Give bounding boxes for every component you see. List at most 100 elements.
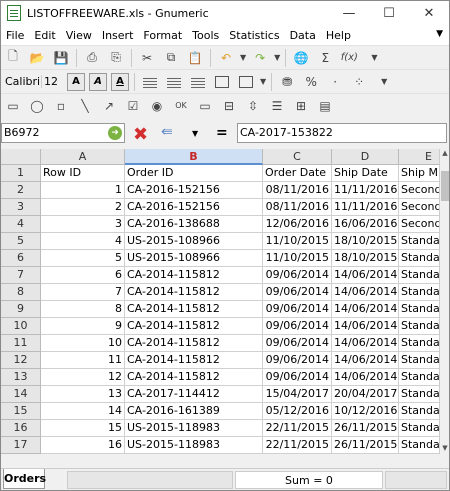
table-cell[interactable]: 4: [41, 233, 125, 250]
menu-file[interactable]: File: [1, 29, 29, 42]
table-cell[interactable]: CA-2014-115812: [125, 267, 263, 284]
combo-widget-icon[interactable]: ⊞: [291, 96, 311, 116]
table-cell[interactable]: CA-2014-115812: [125, 318, 263, 335]
menu-insert[interactable]: Insert: [97, 29, 139, 42]
table-cell[interactable]: 14/06/2014: [332, 301, 399, 318]
row-header[interactable]: 8: [1, 284, 41, 301]
table-cell[interactable]: Standa: [399, 301, 439, 318]
bold-button[interactable]: A: [67, 72, 85, 91]
table-cell[interactable]: Standa: [399, 420, 439, 437]
row-header[interactable]: 15: [1, 403, 41, 420]
label-icon[interactable]: ▫: [51, 96, 71, 116]
table-cell[interactable]: CA-2014-115812: [125, 369, 263, 386]
table-cell[interactable]: 14/06/2014: [332, 318, 399, 335]
currency-format-icon[interactable]: ⛃: [277, 72, 297, 92]
table-cell[interactable]: 11/10/2015: [263, 250, 332, 267]
horizontal-scroll-area[interactable]: [1, 454, 449, 468]
italic-button[interactable]: A: [89, 72, 107, 91]
table-cell[interactable]: Standa: [399, 318, 439, 335]
table-cell[interactable]: 14/06/2014: [332, 267, 399, 284]
table-cell[interactable]: 8: [41, 301, 125, 318]
menu-data[interactable]: Data: [285, 29, 321, 42]
table-cell[interactable]: 22/11/2015: [263, 437, 332, 454]
redo-icon[interactable]: ↷: [250, 48, 270, 68]
table-cell[interactable]: Row ID: [41, 165, 125, 182]
table-cell[interactable]: Second: [399, 216, 439, 233]
goto-arrow-icon[interactable]: ➜: [108, 126, 122, 140]
function-icon[interactable]: f(x): [339, 48, 359, 68]
rectangle-icon[interactable]: ▭: [3, 96, 23, 116]
row-header[interactable]: 6: [1, 250, 41, 267]
table-cell[interactable]: 3: [41, 216, 125, 233]
toolbar-dropdown-icon[interactable]: ▼: [371, 53, 377, 62]
increase-decimals-icon[interactable]: ⁘: [349, 72, 369, 92]
table-cell[interactable]: 18/10/2015: [332, 250, 399, 267]
table-cell[interactable]: 11/11/2016: [332, 182, 399, 199]
table-cell[interactable]: Standa: [399, 437, 439, 454]
menu-view[interactable]: View: [61, 29, 97, 42]
table-cell[interactable]: 14/06/2014: [332, 335, 399, 352]
cut-icon[interactable]: ✂: [137, 48, 157, 68]
table-cell[interactable]: Ship M: [399, 165, 439, 182]
table-cell[interactable]: CA-2014-115812: [125, 335, 263, 352]
table-cell[interactable]: CA-2016-138688: [125, 216, 263, 233]
table-cell[interactable]: US-2015-118983: [125, 437, 263, 454]
arrow-icon[interactable]: ↗: [99, 96, 119, 116]
font-size-select[interactable]: 12: [41, 75, 65, 88]
table-cell[interactable]: CA-2014-115812: [125, 301, 263, 318]
table-cell[interactable]: Standa: [399, 250, 439, 267]
column-header-a[interactable]: A: [41, 149, 125, 165]
underline-button[interactable]: A: [111, 72, 129, 91]
column-header-d[interactable]: D: [332, 149, 399, 165]
row-header[interactable]: 5: [1, 233, 41, 250]
table-cell[interactable]: 13: [41, 386, 125, 403]
table-cell[interactable]: 11/11/2016: [332, 199, 399, 216]
frame-widget-icon[interactable]: ▤: [315, 96, 335, 116]
maximize-button[interactable]: ☐: [369, 1, 409, 25]
table-cell[interactable]: 15: [41, 420, 125, 437]
table-cell[interactable]: Standa: [399, 233, 439, 250]
vertical-scrollbar[interactable]: ▲ ▼: [439, 149, 449, 454]
menu-statistics[interactable]: Statistics: [224, 29, 284, 42]
table-cell[interactable]: Second: [399, 199, 439, 216]
table-cell[interactable]: CA-2016-152156: [125, 182, 263, 199]
toolbar-overflow-arrow-icon[interactable]: ▼: [436, 29, 443, 39]
cell-content-entry[interactable]: CA-2017-153822: [237, 123, 447, 143]
copy-icon[interactable]: ⧉: [161, 48, 181, 68]
table-cell[interactable]: 26/11/2015: [332, 437, 399, 454]
table-cell[interactable]: Standa: [399, 267, 439, 284]
row-header[interactable]: 14: [1, 386, 41, 403]
menu-help[interactable]: Help: [321, 29, 356, 42]
table-cell[interactable]: 09/06/2014: [263, 318, 332, 335]
number-format-dropdown-icon[interactable]: ▼: [381, 77, 387, 86]
menu-tools[interactable]: Tools: [187, 29, 224, 42]
spin-button-icon[interactable]: ⇳: [243, 96, 263, 116]
borders-dropdown-icon[interactable]: ▼: [260, 77, 266, 86]
table-cell[interactable]: 09/06/2014: [263, 335, 332, 352]
redo-dropdown-icon[interactable]: ▼: [274, 53, 280, 62]
table-cell[interactable]: 08/11/2016: [263, 182, 332, 199]
table-cell[interactable]: 12: [41, 369, 125, 386]
font-name-select[interactable]: Calibri: [1, 75, 41, 88]
table-cell[interactable]: Order Date: [263, 165, 332, 182]
line-icon[interactable]: ╲: [75, 96, 95, 116]
table-cell[interactable]: 05/12/2016: [263, 403, 332, 420]
thousands-separator-icon[interactable]: ·: [325, 72, 345, 92]
table-cell[interactable]: 20/04/2017: [332, 386, 399, 403]
table-cell[interactable]: 10/12/2016: [332, 403, 399, 420]
scrollbar-widget-icon[interactable]: ▭: [195, 96, 215, 116]
table-cell[interactable]: US-2015-108966: [125, 250, 263, 267]
table-cell[interactable]: Standa: [399, 386, 439, 403]
table-cell[interactable]: 09/06/2014: [263, 369, 332, 386]
table-cell[interactable]: 14/06/2014: [332, 369, 399, 386]
checkbox-icon[interactable]: ☑: [123, 96, 143, 116]
table-cell[interactable]: 12/06/2016: [263, 216, 332, 233]
align-left-icon[interactable]: [140, 72, 160, 92]
open-file-icon[interactable]: 📂: [27, 48, 47, 68]
table-cell[interactable]: 5: [41, 250, 125, 267]
select-all-corner[interactable]: [1, 149, 41, 165]
table-cell[interactable]: Second: [399, 182, 439, 199]
table-cell[interactable]: 16/06/2016: [332, 216, 399, 233]
row-header[interactable]: 1: [1, 165, 41, 182]
save-icon[interactable]: 💾: [51, 48, 71, 68]
